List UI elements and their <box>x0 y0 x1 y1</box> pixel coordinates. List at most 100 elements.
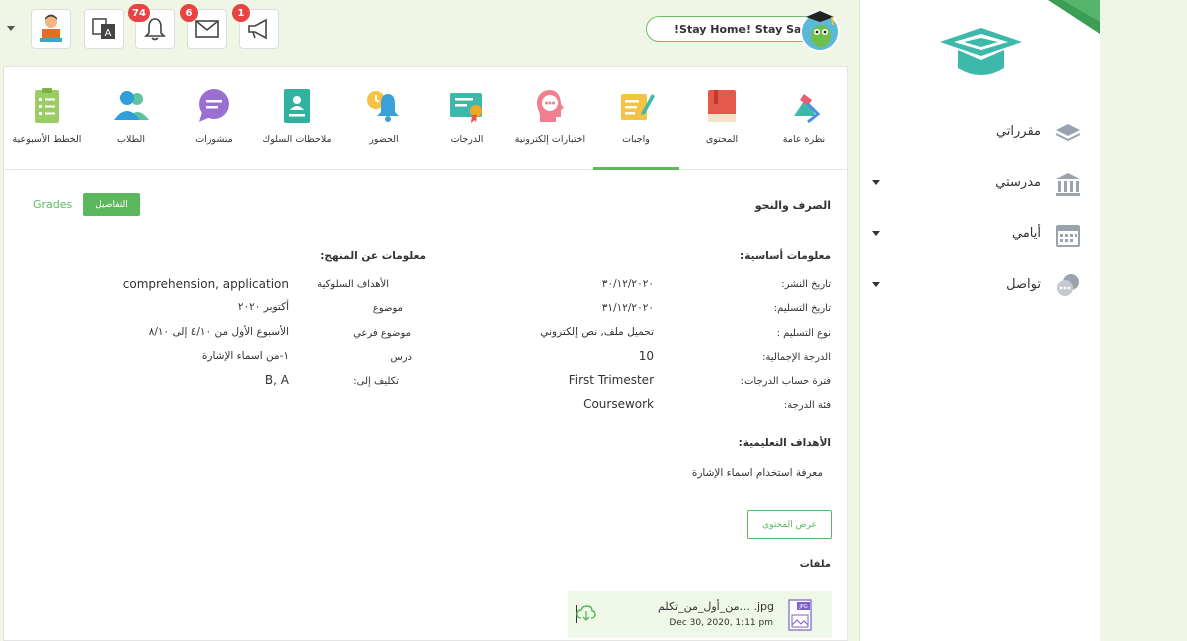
attendance-bell-icon <box>367 91 399 122</box>
chat-bubbles-icon <box>1057 274 1079 296</box>
tab-content[interactable]: المحتوى <box>679 67 765 170</box>
tab-online-exams[interactable]: اختبارات إلكترونية <box>507 67 593 170</box>
image-file-icon: JPG <box>788 599 812 631</box>
tab-label: واجبات <box>622 134 650 145</box>
attachment-item[interactable]: من_أول_من_تكلم... .jpg Dec 30, 2020, 1:1… <box>568 591 832 638</box>
tab-label: الحضور <box>369 134 399 145</box>
attachments-heading: ملفات <box>799 559 831 570</box>
translate-icon: A <box>92 18 115 39</box>
envelope-icon <box>195 20 219 38</box>
tab-label: اختبارات إلكترونية <box>514 134 586 145</box>
school-building-icon <box>1056 173 1080 196</box>
tab-attendance[interactable]: الحضور <box>341 67 427 170</box>
tab-assignments[interactable]: واجبات <box>593 67 679 170</box>
details-button[interactable]: التفاصيل <box>83 193 140 216</box>
sidebar-item-label: مقرراتي <box>995 124 1041 139</box>
cloud-download-icon[interactable] <box>576 603 596 623</box>
basic-info-value: Coursework <box>583 397 654 411</box>
behavior-card-icon <box>284 89 310 123</box>
basic-info-label: الدرجة الإجمالية: <box>762 352 831 363</box>
curriculum-info-value: أكتوبر ٢٠٢٠ <box>237 301 289 313</box>
layers-icon <box>1055 124 1081 142</box>
sidebar-item-communication[interactable]: تواصل <box>860 270 1101 302</box>
basic-info-label: تاريخ التسليم: <box>773 303 831 314</box>
curriculum-info-value: comprehension, application <box>122 277 289 291</box>
stay-safe-text: !Stay Home! Stay Safe <box>674 22 814 36</box>
basic-info-value: ٣١/١٢/٢٠٢٠ <box>601 302 654 314</box>
megaphone-icon <box>248 18 267 40</box>
notifications-badge: 74 <box>128 4 150 22</box>
tab-label: المحتوى <box>705 134 739 145</box>
curriculum-info-label: موضوع فرعي <box>353 328 411 339</box>
grades-link[interactable]: Grades <box>33 198 72 211</box>
basic-info-heading: معلومات أساسية: <box>740 250 831 262</box>
tab-bar: نظرة عامة المحتوى واجبات اختبارات إلكترو… <box>4 67 849 170</box>
calendar-icon <box>1056 225 1080 247</box>
announcements-button[interactable]: 1 <box>232 4 279 49</box>
tab-label: الطلاب <box>117 134 145 145</box>
curriculum-info-label: درس <box>390 352 413 363</box>
messages-badge: 6 <box>180 4 198 22</box>
profile-button[interactable] <box>31 9 71 49</box>
sidebar-item-label: مدرستي <box>995 175 1041 190</box>
messages-button[interactable]: 6 <box>180 4 227 49</box>
objectives-heading: الأهداف التعليمية: <box>738 437 831 449</box>
curriculum-info-value: ١-من اسماء الإشارة <box>201 350 289 362</box>
clipboard-checklist-icon <box>35 88 59 123</box>
view-content-button[interactable]: عرض المحتوى <box>747 510 832 539</box>
avatar-icon <box>40 14 62 42</box>
curriculum-info-value: الأسبوع الأول من ٤/١٠ إلى ٨/١٠ <box>148 326 289 338</box>
tab-behavior-notes[interactable]: ملاحظات السلوك <box>254 67 340 170</box>
basic-info-value: ٣٠/١٢/٢٠٢٠ <box>601 278 654 290</box>
tab-label: الدرجات <box>450 134 484 145</box>
book-icon <box>708 90 736 122</box>
sidebar: مقرراتي مدرستي أيامي تواصل <box>859 0 1100 641</box>
sidebar-item-courses[interactable]: مقرراتي <box>860 117 1101 149</box>
chevron-down-icon <box>872 282 880 287</box>
tab-overview[interactable]: نظرة عامة <box>761 67 847 170</box>
speech-bubble-icon <box>199 89 229 122</box>
main-card: نظرة عامة المحتوى واجبات اختبارات إلكترو… <box>3 66 849 641</box>
certificate-icon <box>450 93 482 123</box>
assignment-title: الصرف والنحو <box>754 199 831 212</box>
logo-icon <box>940 28 1022 75</box>
announcements-badge: 1 <box>232 4 250 22</box>
tab-label: نظرة عامة <box>782 134 826 145</box>
tab-label: ملاحظات السلوك <box>262 134 332 145</box>
mascot-icon <box>800 11 840 52</box>
user-menu-dropdown[interactable] <box>7 26 15 31</box>
basic-info-label: نوع التسليم : <box>776 328 831 339</box>
sidebar-item-days[interactable]: أيامي <box>860 219 1101 251</box>
tab-label: الخطط الأسبوعية <box>12 134 82 145</box>
curriculum-info-label: تكليف إلى: <box>353 376 399 387</box>
tab-posts[interactable]: منشورات <box>171 67 257 170</box>
chevron-down-icon <box>872 180 880 185</box>
tab-students[interactable]: الطلاب <box>88 67 174 170</box>
sidebar-item-school[interactable]: مدرستي <box>860 168 1101 200</box>
tab-grades[interactable]: الدرجات <box>424 67 510 170</box>
language-button[interactable]: A <box>84 9 124 49</box>
tab-label: منشورات <box>195 134 233 145</box>
basic-info-value: First Trimester <box>568 373 654 387</box>
assignment-icon <box>621 94 655 120</box>
exam-head-icon <box>537 90 564 122</box>
attachment-date: Dec 30, 2020, 1:11 pm <box>669 618 773 628</box>
sidebar-item-label: أيامي <box>1012 226 1041 241</box>
sidebar-item-label: تواصل <box>1006 277 1041 292</box>
basic-info-label: فترة حساب الدرجات: <box>740 376 831 387</box>
basic-info-value: تحميل ملف, نص إلكتروني <box>540 326 654 338</box>
attachment-name[interactable]: من_أول_من_تكلم... .jpg <box>658 600 774 613</box>
chevron-down-icon <box>872 231 880 236</box>
tab-weekly-plans[interactable]: الخطط الأسبوعية <box>4 67 90 170</box>
students-icon <box>114 91 149 120</box>
basic-info-label: تاريخ النشر: <box>781 279 831 290</box>
curriculum-info-label: الأهداف السلوكية <box>317 279 389 290</box>
file-type-badge: JPG <box>798 604 807 610</box>
overview-icon <box>794 94 821 124</box>
stay-safe-banner: !Stay Home! Stay Safe <box>646 16 818 42</box>
curriculum-info-heading: معلومات عن المنهج: <box>320 250 426 262</box>
objectives-text: معرفة استخدام اسماء الإشارة <box>691 467 823 479</box>
notifications-button[interactable]: 74 <box>128 4 175 49</box>
basic-info-label: فئة الدرجة: <box>783 400 831 411</box>
curriculum-info-label: موضوع <box>372 303 403 314</box>
